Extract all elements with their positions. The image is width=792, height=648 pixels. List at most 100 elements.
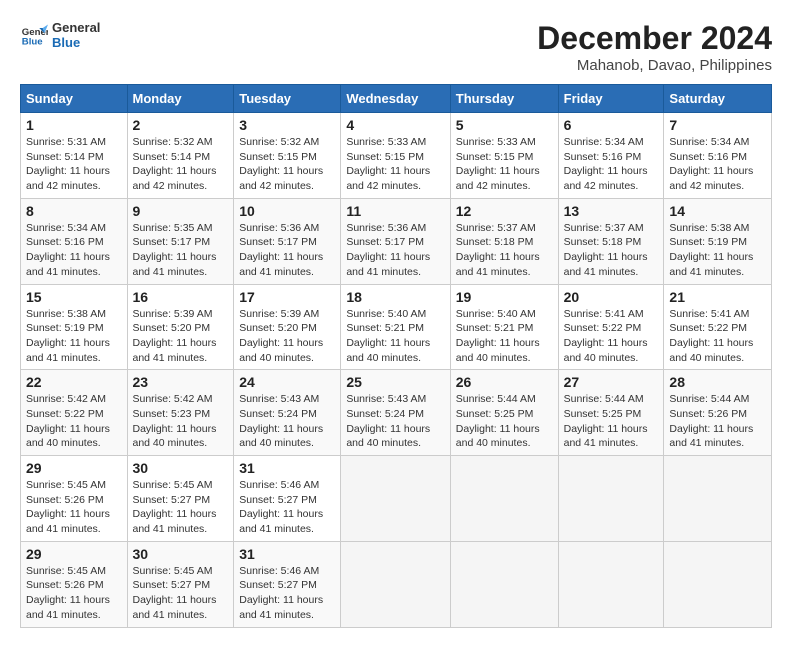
calendar-cell bbox=[664, 541, 772, 627]
calendar-cell bbox=[450, 456, 558, 542]
col-header-saturday: Saturday bbox=[664, 85, 772, 113]
calendar-cell: 31 Sunrise: 5:46 AMSunset: 5:27 PMDaylig… bbox=[234, 456, 341, 542]
day-detail: Sunrise: 5:44 AMSunset: 5:25 PMDaylight:… bbox=[564, 392, 659, 451]
day-number: 10 bbox=[239, 203, 335, 219]
calendar-cell bbox=[558, 541, 664, 627]
day-detail: Sunrise: 5:40 AMSunset: 5:21 PMDaylight:… bbox=[346, 307, 444, 366]
week-row: 1 Sunrise: 5:31 AMSunset: 5:14 PMDayligh… bbox=[21, 113, 772, 199]
col-header-monday: Monday bbox=[127, 85, 234, 113]
day-number: 11 bbox=[346, 203, 444, 219]
day-detail: Sunrise: 5:43 AMSunset: 5:24 PMDaylight:… bbox=[239, 392, 335, 451]
week-row: 29 Sunrise: 5:45 AMSunset: 5:26 PMDaylig… bbox=[21, 541, 772, 627]
day-number: 5 bbox=[456, 117, 553, 133]
day-number: 9 bbox=[133, 203, 229, 219]
day-number: 29 bbox=[26, 460, 122, 476]
calendar-cell: 30 Sunrise: 5:45 AMSunset: 5:27 PMDaylig… bbox=[127, 541, 234, 627]
col-header-sunday: Sunday bbox=[21, 85, 128, 113]
day-number: 12 bbox=[456, 203, 553, 219]
title-area: December 2024 Mahanob, Davao, Philippine… bbox=[537, 20, 772, 74]
day-detail: Sunrise: 5:34 AMSunset: 5:16 PMDaylight:… bbox=[669, 135, 766, 194]
week-row: 8 Sunrise: 5:34 AMSunset: 5:16 PMDayligh… bbox=[21, 198, 772, 284]
col-header-thursday: Thursday bbox=[450, 85, 558, 113]
location-subtitle: Mahanob, Davao, Philippines bbox=[537, 57, 772, 74]
calendar-cell bbox=[558, 456, 664, 542]
calendar-cell: 11 Sunrise: 5:36 AMSunset: 5:17 PMDaylig… bbox=[341, 198, 450, 284]
col-header-wednesday: Wednesday bbox=[341, 85, 450, 113]
logo-line1: General bbox=[52, 20, 100, 35]
calendar-cell: 31 Sunrise: 5:46 AMSunset: 5:27 PMDaylig… bbox=[234, 541, 341, 627]
day-detail: Sunrise: 5:45 AMSunset: 5:27 PMDaylight:… bbox=[133, 478, 229, 537]
calendar-cell: 10 Sunrise: 5:36 AMSunset: 5:17 PMDaylig… bbox=[234, 198, 341, 284]
calendar-cell: 16 Sunrise: 5:39 AMSunset: 5:20 PMDaylig… bbox=[127, 284, 234, 370]
day-number: 14 bbox=[669, 203, 766, 219]
calendar-cell: 20 Sunrise: 5:41 AMSunset: 5:22 PMDaylig… bbox=[558, 284, 664, 370]
day-detail: Sunrise: 5:32 AMSunset: 5:15 PMDaylight:… bbox=[239, 135, 335, 194]
calendar-table: SundayMondayTuesdayWednesdayThursdayFrid… bbox=[20, 84, 772, 628]
calendar-cell: 29 Sunrise: 5:45 AMSunset: 5:26 PMDaylig… bbox=[21, 456, 128, 542]
day-detail: Sunrise: 5:46 AMSunset: 5:27 PMDaylight:… bbox=[239, 478, 335, 537]
logo-line2: Blue bbox=[52, 35, 100, 50]
day-detail: Sunrise: 5:45 AMSunset: 5:27 PMDaylight:… bbox=[133, 564, 229, 623]
calendar-cell: 26 Sunrise: 5:44 AMSunset: 5:25 PMDaylig… bbox=[450, 370, 558, 456]
day-detail: Sunrise: 5:31 AMSunset: 5:14 PMDaylight:… bbox=[26, 135, 122, 194]
day-number: 23 bbox=[133, 374, 229, 390]
calendar-cell: 1 Sunrise: 5:31 AMSunset: 5:14 PMDayligh… bbox=[21, 113, 128, 199]
day-number: 25 bbox=[346, 374, 444, 390]
day-detail: Sunrise: 5:40 AMSunset: 5:21 PMDaylight:… bbox=[456, 307, 553, 366]
day-detail: Sunrise: 5:32 AMSunset: 5:14 PMDaylight:… bbox=[133, 135, 229, 194]
day-number: 21 bbox=[669, 289, 766, 305]
day-number: 29 bbox=[26, 546, 122, 562]
day-detail: Sunrise: 5:33 AMSunset: 5:15 PMDaylight:… bbox=[456, 135, 553, 194]
calendar-cell bbox=[341, 541, 450, 627]
day-detail: Sunrise: 5:44 AMSunset: 5:26 PMDaylight:… bbox=[669, 392, 766, 451]
day-detail: Sunrise: 5:44 AMSunset: 5:25 PMDaylight:… bbox=[456, 392, 553, 451]
day-detail: Sunrise: 5:39 AMSunset: 5:20 PMDaylight:… bbox=[239, 307, 335, 366]
day-number: 18 bbox=[346, 289, 444, 305]
calendar-cell: 29 Sunrise: 5:45 AMSunset: 5:26 PMDaylig… bbox=[21, 541, 128, 627]
day-detail: Sunrise: 5:42 AMSunset: 5:23 PMDaylight:… bbox=[133, 392, 229, 451]
day-number: 19 bbox=[456, 289, 553, 305]
day-detail: Sunrise: 5:35 AMSunset: 5:17 PMDaylight:… bbox=[133, 221, 229, 280]
day-number: 31 bbox=[239, 460, 335, 476]
calendar-cell: 4 Sunrise: 5:33 AMSunset: 5:15 PMDayligh… bbox=[341, 113, 450, 199]
day-number: 15 bbox=[26, 289, 122, 305]
header: General Blue General Blue December 2024 … bbox=[20, 20, 772, 74]
calendar-cell: 12 Sunrise: 5:37 AMSunset: 5:18 PMDaylig… bbox=[450, 198, 558, 284]
day-detail: Sunrise: 5:36 AMSunset: 5:17 PMDaylight:… bbox=[346, 221, 444, 280]
day-number: 8 bbox=[26, 203, 122, 219]
day-detail: Sunrise: 5:41 AMSunset: 5:22 PMDaylight:… bbox=[564, 307, 659, 366]
day-detail: Sunrise: 5:42 AMSunset: 5:22 PMDaylight:… bbox=[26, 392, 122, 451]
day-number: 7 bbox=[669, 117, 766, 133]
calendar-cell: 28 Sunrise: 5:44 AMSunset: 5:26 PMDaylig… bbox=[664, 370, 772, 456]
calendar-cell: 8 Sunrise: 5:34 AMSunset: 5:16 PMDayligh… bbox=[21, 198, 128, 284]
calendar-cell: 6 Sunrise: 5:34 AMSunset: 5:16 PMDayligh… bbox=[558, 113, 664, 199]
calendar-cell bbox=[450, 541, 558, 627]
calendar-cell: 17 Sunrise: 5:39 AMSunset: 5:20 PMDaylig… bbox=[234, 284, 341, 370]
day-number: 30 bbox=[133, 460, 229, 476]
calendar-cell: 24 Sunrise: 5:43 AMSunset: 5:24 PMDaylig… bbox=[234, 370, 341, 456]
calendar-cell: 9 Sunrise: 5:35 AMSunset: 5:17 PMDayligh… bbox=[127, 198, 234, 284]
calendar-cell: 2 Sunrise: 5:32 AMSunset: 5:14 PMDayligh… bbox=[127, 113, 234, 199]
calendar-cell: 21 Sunrise: 5:41 AMSunset: 5:22 PMDaylig… bbox=[664, 284, 772, 370]
day-number: 27 bbox=[564, 374, 659, 390]
calendar-cell: 18 Sunrise: 5:40 AMSunset: 5:21 PMDaylig… bbox=[341, 284, 450, 370]
day-number: 22 bbox=[26, 374, 122, 390]
week-row: 29 Sunrise: 5:45 AMSunset: 5:26 PMDaylig… bbox=[21, 456, 772, 542]
calendar-cell: 14 Sunrise: 5:38 AMSunset: 5:19 PMDaylig… bbox=[664, 198, 772, 284]
day-detail: Sunrise: 5:38 AMSunset: 5:19 PMDaylight:… bbox=[669, 221, 766, 280]
calendar-cell: 3 Sunrise: 5:32 AMSunset: 5:15 PMDayligh… bbox=[234, 113, 341, 199]
calendar-cell: 19 Sunrise: 5:40 AMSunset: 5:21 PMDaylig… bbox=[450, 284, 558, 370]
day-number: 28 bbox=[669, 374, 766, 390]
col-header-tuesday: Tuesday bbox=[234, 85, 341, 113]
day-number: 1 bbox=[26, 117, 122, 133]
month-title: December 2024 bbox=[537, 20, 772, 57]
day-detail: Sunrise: 5:45 AMSunset: 5:26 PMDaylight:… bbox=[26, 478, 122, 537]
header-row: SundayMondayTuesdayWednesdayThursdayFrid… bbox=[21, 85, 772, 113]
day-number: 16 bbox=[133, 289, 229, 305]
day-number: 26 bbox=[456, 374, 553, 390]
day-detail: Sunrise: 5:41 AMSunset: 5:22 PMDaylight:… bbox=[669, 307, 766, 366]
svg-text:Blue: Blue bbox=[22, 37, 43, 48]
day-number: 24 bbox=[239, 374, 335, 390]
day-detail: Sunrise: 5:37 AMSunset: 5:18 PMDaylight:… bbox=[564, 221, 659, 280]
calendar-cell: 15 Sunrise: 5:38 AMSunset: 5:19 PMDaylig… bbox=[21, 284, 128, 370]
